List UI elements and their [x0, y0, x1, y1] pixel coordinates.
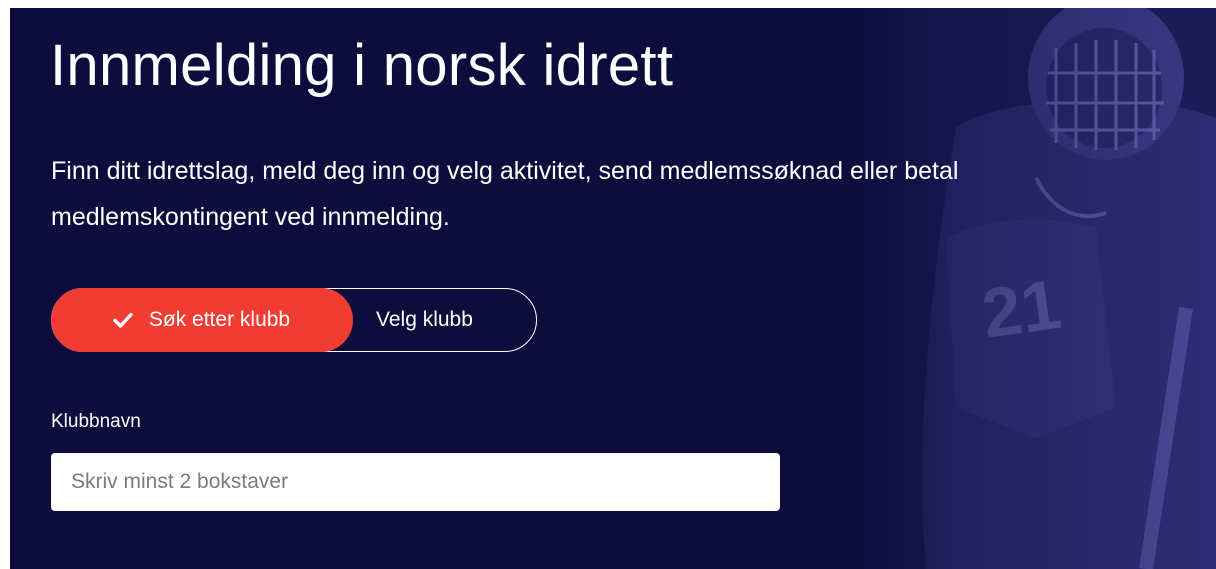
search-mode-toggle: Søk etter klubb Velg klubb: [50, 287, 537, 352]
club-name-input[interactable]: [51, 453, 780, 511]
check-icon: [113, 312, 133, 328]
club-name-label: Klubbnavn: [51, 411, 141, 432]
hero-section: 21 Innmelding i norsk idrett Finn ditt i…: [10, 8, 1216, 569]
search-club-option[interactable]: Søk etter klubb: [50, 287, 353, 352]
page-description: Finn ditt idrettslag, meld deg inn og ve…: [51, 157, 959, 231]
select-club-option[interactable]: Velg klubb: [376, 288, 473, 352]
search-club-label: Søk etter klubb: [148, 307, 291, 331]
hockey-player-image: 21: [836, 8, 1216, 569]
select-club-label: Velg klubb: [376, 307, 473, 331]
page-title: Innmelding i norsk idrett: [50, 33, 674, 98]
